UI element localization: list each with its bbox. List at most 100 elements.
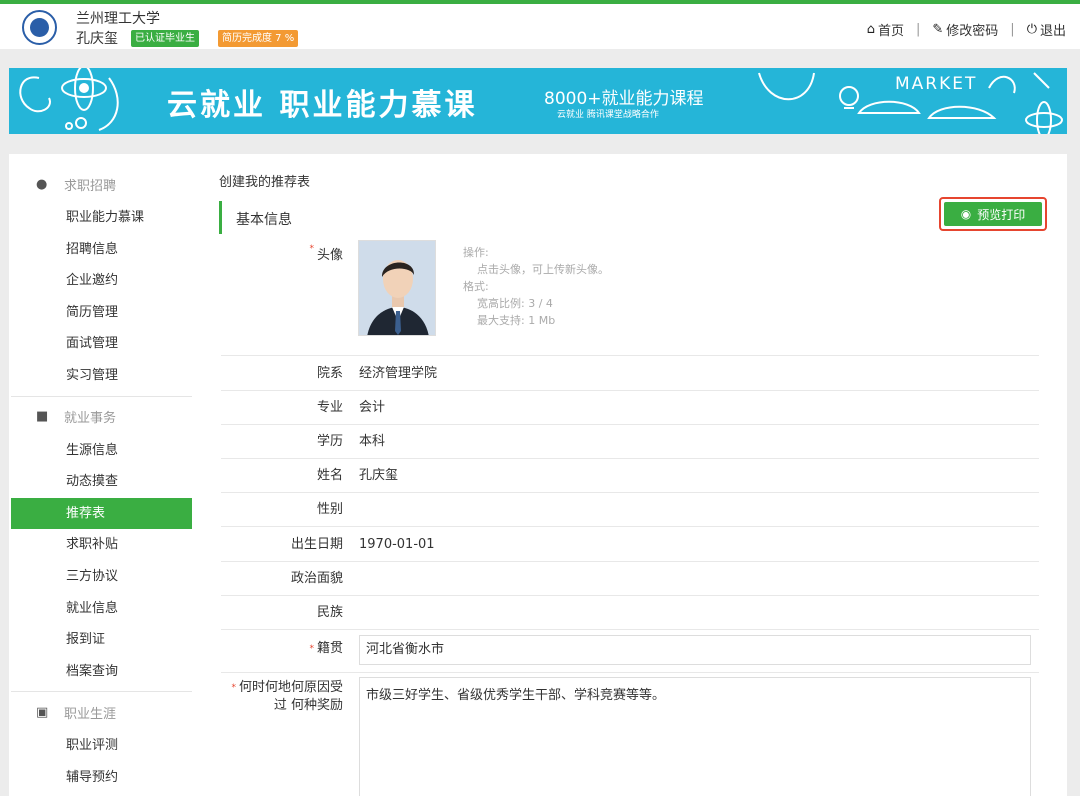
logout-label: 退出 — [1039, 24, 1066, 39]
home-icon: ⌂ — [866, 22, 875, 37]
preview-print-button[interactable]: ◉ 预览打印 — [944, 202, 1042, 226]
preview-print-button-frame: ◉ 预览打印 — [939, 197, 1047, 231]
sidebar-item-counseling[interactable]: 辅导预约 — [11, 762, 192, 794]
field-label: 学历 — [316, 434, 343, 449]
sidebar-section-career[interactable]: ▣ 职业生涯 — [11, 694, 192, 730]
field-value: 孔庆玺 — [359, 468, 399, 483]
top-links: ⌂ 首页 | ✎ 修改密码 | ⏻ 退出 — [867, 20, 1066, 39]
logout-link[interactable]: ⏻ 退出 — [1027, 20, 1066, 39]
required-mark: * — [309, 644, 314, 654]
person-icon: ● — [36, 176, 48, 192]
field-row-native-place: * 籍贯 河北省衡水市 — [221, 630, 1039, 673]
power-icon: ⏻ — [1026, 22, 1037, 37]
sidebar-section-title: 求职招聘 — [64, 178, 117, 194]
separator: | — [1010, 22, 1015, 37]
hint-ratio: 宽高比例: 3 / 4 — [477, 297, 553, 310]
change-password-link[interactable]: ✎ 修改密码 — [932, 20, 998, 39]
field-label: 性别 — [316, 502, 343, 517]
field-value: 本科 — [359, 434, 386, 449]
field-row-awards: * 何时何地何原因受 过 何种奖励 市级三好学生、省级优秀学生干部、学科竞赛等等。 — [221, 673, 1039, 796]
section-header: 基本信息 — [219, 201, 1040, 234]
sidebar-item-internship[interactable]: 实习管理 — [11, 360, 192, 392]
university-logo — [22, 10, 57, 45]
avatar-label: 头像 — [316, 248, 343, 263]
sidebar-item-interview[interactable]: 面试管理 — [11, 328, 192, 360]
field-label: 姓名 — [316, 468, 343, 483]
avatar-photo[interactable] — [358, 240, 436, 336]
sidebar-section-title: 就业事务 — [64, 411, 117, 427]
field-value — [351, 493, 1039, 526]
field-label: 政治面貌 — [290, 571, 343, 586]
university-name: 兰州理工大学 — [76, 11, 160, 27]
sidebar-item-archive[interactable]: 档案查询 — [11, 656, 192, 688]
banner-title: 云就业 职业能力慕课 — [167, 88, 478, 123]
avatar-label-cell: * 头像 — [221, 234, 351, 355]
preview-print-label: 预览打印 — [977, 207, 1026, 222]
native-place-cell: 河北省衡水市 — [351, 630, 1039, 672]
sidebar-item-recruitment[interactable]: 招聘信息 — [11, 234, 192, 266]
field-row-birthdate: 出生日期 1970-01-01 — [221, 527, 1039, 562]
awards-textarea[interactable]: 市级三好学生、省级优秀学生干部、学科竞赛等等。 — [359, 677, 1031, 796]
field-value — [351, 596, 1039, 629]
native-place-label: 籍贯 — [316, 641, 343, 656]
sidebar-item-recommendation[interactable]: 推荐表 — [11, 497, 192, 530]
breadcrumb: 创建我的推荐表 — [219, 175, 311, 190]
sidebar-item-student-source[interactable]: 生源信息 — [11, 435, 192, 467]
field-row-name: 姓名 孔庆玺 — [221, 459, 1039, 493]
banner-partner: 云就业 腾讯课堂战略合作 — [557, 110, 659, 120]
awards-label-text: 何时何地何原因受 — [238, 680, 343, 695]
folder-icon: ■ — [36, 409, 49, 425]
sidebar-section-employment-affairs[interactable]: ■ 就业事务 — [11, 399, 192, 435]
awards-label-line1: * 何时何地何原因受 — [221, 679, 343, 697]
native-place-label-cell: * 籍贯 — [221, 630, 351, 672]
field-value: 会计 — [359, 400, 386, 415]
resume-completion-badge[interactable]: 简历完成度 7 % — [218, 30, 299, 47]
native-place-input[interactable]: 河北省衡水市 — [359, 635, 1031, 665]
field-label: 专业 — [316, 400, 343, 415]
hint-format-title: 格式: — [463, 280, 489, 293]
field-value — [351, 562, 1039, 595]
field-row-major: 专业 会计 — [221, 391, 1039, 425]
sidebar-item-survey[interactable]: 动态摸查 — [11, 466, 192, 498]
briefcase-icon: ▣ — [36, 704, 49, 720]
sidebar-item-invitations[interactable]: 企业邀约 — [11, 265, 192, 297]
awards-cell: 市级三好学生、省级优秀学生干部、学科竞赛等等。 — [351, 673, 1039, 796]
sidebar-item-mooc[interactable]: 职业能力慕课 — [11, 202, 192, 234]
course-banner[interactable]: 云就业 职业能力慕课 8000+就业能力课程 云就业 腾讯课堂战略合作 MARK… — [9, 68, 1067, 134]
sidebar: ● 求职招聘 职业能力慕课 招聘信息 企业邀约 简历管理 面试管理 实习管理 ■… — [11, 166, 192, 794]
hint-operation: 点击头像，可上传新头像。 — [477, 263, 609, 276]
sidebar-item-subsidy[interactable]: 求职补贴 — [11, 529, 192, 561]
sidebar-section-job-search[interactable]: ● 求职招聘 — [11, 166, 192, 202]
sidebar-item-assessment[interactable]: 职业评测 — [11, 730, 192, 762]
avatar-image — [359, 241, 435, 335]
sidebar-item-report-card[interactable]: 报到证 — [11, 624, 192, 656]
awards-label-line2: 过 何种奖励 — [273, 698, 343, 713]
change-password-label: 修改密码 — [946, 24, 999, 39]
hint-size: 最大支持: 1 Mb — [477, 314, 556, 327]
field-row-education: 学历 本科 — [221, 425, 1039, 459]
sidebar-item-resume[interactable]: 简历管理 — [11, 297, 192, 329]
field-row-political-status: 政治面貌 — [221, 562, 1039, 596]
home-link[interactable]: ⌂ 首页 — [867, 20, 904, 39]
sidebar-item-employment-info[interactable]: 就业信息 — [11, 593, 192, 625]
field-label: 民族 — [316, 605, 343, 620]
banner-market-text: MARKET — [895, 74, 978, 94]
edit-icon: ✎ — [932, 22, 944, 37]
field-row-gender: 性别 — [221, 493, 1039, 527]
section-title: 基本信息 — [236, 212, 292, 228]
field-row-department: 院系 经济管理学院 — [221, 356, 1039, 391]
basic-info-form: * 头像 操作: 点击头像，可上传新头像。 格式: 宽高比例: 3 / 4 最大支… — [221, 234, 1039, 796]
eye-icon: ◉ — [960, 207, 972, 221]
field-row-ethnicity: 民族 — [221, 596, 1039, 630]
user-name: 孔庆玺 — [76, 31, 118, 47]
sidebar-section-title: 职业生涯 — [64, 706, 117, 722]
field-value: 1970-01-01 — [359, 537, 435, 552]
separator: | — [915, 22, 921, 37]
verified-badge: 已认证毕业生 — [131, 30, 199, 47]
required-mark: * — [231, 683, 236, 693]
field-value: 经济管理学院 — [359, 366, 438, 381]
awards-label-cell: * 何时何地何原因受 过 何种奖励 — [221, 673, 351, 796]
field-label: 院系 — [316, 366, 343, 381]
home-link-label: 首页 — [877, 24, 904, 39]
sidebar-item-tripartite[interactable]: 三方协议 — [11, 561, 192, 593]
